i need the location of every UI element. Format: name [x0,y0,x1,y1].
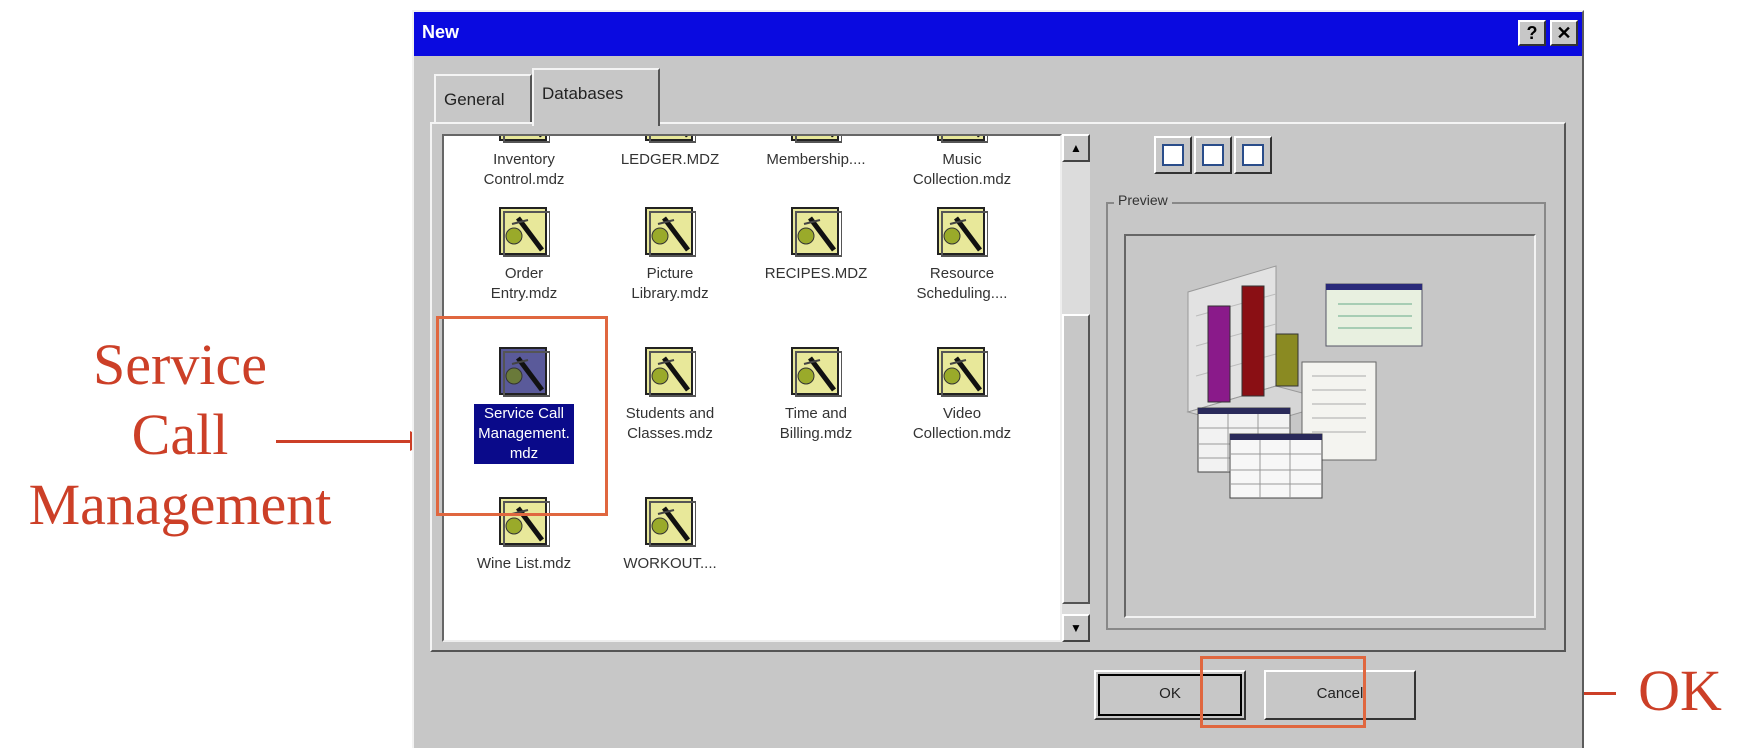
vertical-scrollbar[interactable]: ▲ ▼ [1062,134,1090,642]
database-wizard-icon [498,346,551,398]
file-item[interactable]: RECIPES.MDZ [746,206,886,284]
help-button[interactable]: ? [1518,20,1546,46]
database-wizard-icon [936,136,989,144]
file-item[interactable]: Inventory Control.mdz [454,136,594,190]
details-icon [1242,144,1264,166]
file-item[interactable]: Video Collection.mdz [892,346,1032,444]
file-item[interactable]: Membership.... [746,136,886,170]
annotation-arrow-line-left [276,440,416,443]
file-item[interactable]: Resource Scheduling.... [892,206,1032,304]
file-label: Video Collection.mdz [912,405,1012,442]
file-label: Time and Billing.mdz [779,405,853,442]
database-wizard-icon [790,136,843,144]
file-item[interactable]: Music Collection.mdz [892,136,1032,190]
new-dialog: New ? ✕ General Databases Inventory Cont… [412,10,1584,748]
cancel-button[interactable]: Cancel [1264,670,1416,720]
details-view-button[interactable] [1234,136,1272,174]
scroll-thumb[interactable] [1062,314,1090,604]
database-wizard-icon [644,346,697,398]
list-view-button[interactable] [1194,136,1232,174]
annotation-service-call-label: Service Call Management [0,330,360,540]
database-wizard-icon [936,206,989,258]
annotation-line-3: Management [28,472,332,537]
file-label: Order Entry.mdz [490,265,558,302]
file-label: Picture Library.mdz [631,265,709,302]
file-item[interactable]: Service Call Management. mdz [454,346,594,464]
database-wizard-icon [644,206,697,258]
ok-button[interactable]: OK [1094,670,1246,720]
file-label: RECIPES.MDZ [764,265,868,282]
tab-general[interactable]: General [434,74,532,122]
file-item[interactable]: Time and Billing.mdz [746,346,886,444]
database-wizard-icon [936,346,989,398]
file-label: Service Call Management. mdz [474,404,574,464]
scroll-up-button[interactable]: ▲ [1062,134,1090,162]
file-label: LEDGER.MDZ [620,151,720,168]
file-item[interactable]: Wine List.mdz [454,496,594,574]
preview-image [1186,265,1423,499]
file-label: Inventory Control.mdz [483,151,565,188]
database-wizard-icon [790,346,843,398]
large-icons-view-button[interactable] [1154,136,1192,174]
file-item[interactable]: WORKOUT.... [600,496,740,574]
scroll-down-button[interactable]: ▼ [1062,614,1090,642]
database-wizard-icon [498,496,551,548]
file-item[interactable]: Picture Library.mdz [600,206,740,304]
list-icon [1202,144,1224,166]
large-icons-icon [1162,144,1184,166]
file-item[interactable]: Order Entry.mdz [454,206,594,304]
title-bar[interactable]: New ? ✕ [414,12,1582,56]
file-list[interactable]: Inventory Control.mdz LEDGER.MDZ Membershi… [442,134,1062,642]
preview-pane [1124,234,1536,618]
dialog-title: New [422,22,460,42]
file-label: Students and Classes.mdz [625,405,715,442]
database-wizard-icon [644,496,697,548]
database-wizard-icon [498,136,551,144]
file-label: Resource Scheduling.... [916,265,1008,302]
database-wizard-icon [790,206,843,258]
file-label: Membership.... [766,151,866,168]
annotation-ok-label: OK [1638,658,1722,723]
file-label: Music Collection.mdz [912,151,1012,188]
annotation-line-2: Call [131,402,229,467]
tab-databases[interactable]: Databases [532,68,660,126]
annotation-line-1: Service [93,332,267,397]
database-wizard-icon [498,206,551,258]
file-item[interactable]: Students and Classes.mdz [600,346,740,444]
database-wizard-icon [644,136,697,144]
close-button[interactable]: ✕ [1550,20,1578,46]
file-label: Wine List.mdz [476,555,572,572]
preview-label: Preview [1114,192,1172,208]
file-item[interactable]: LEDGER.MDZ [600,136,740,170]
file-label: WORKOUT.... [623,555,717,572]
